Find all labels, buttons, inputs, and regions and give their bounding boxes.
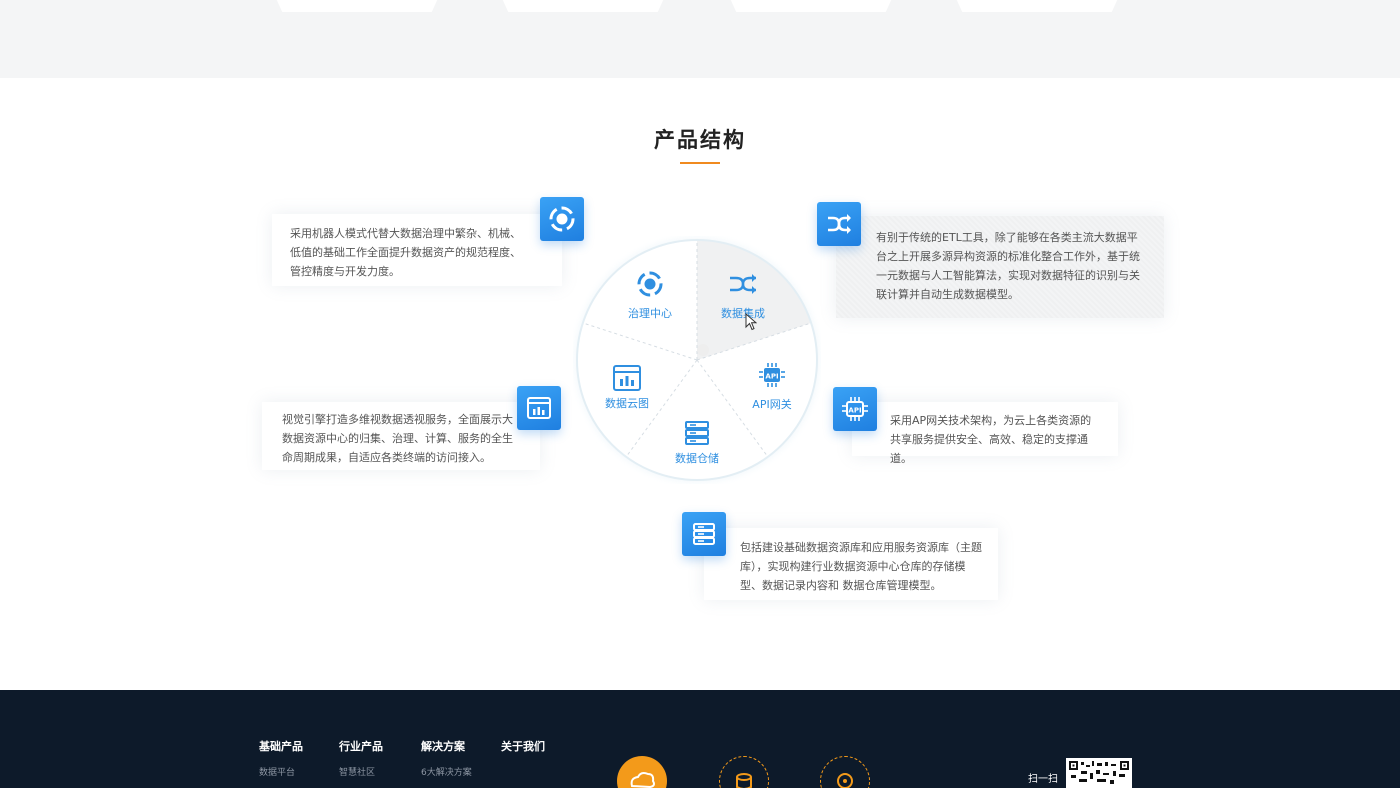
svg-text:API: API — [765, 373, 778, 381]
footer-cloud-icon[interactable] — [617, 756, 667, 788]
wheel-label-warehouse[interactable]: 数据仓储 — [657, 450, 737, 466]
chart-icon — [527, 397, 551, 419]
footer-database-icon[interactable] — [719, 756, 769, 788]
footer-heading-basic[interactable]: 基础产品 — [259, 738, 303, 754]
qr-code-icon — [1069, 761, 1129, 784]
warehouse-icon — [693, 523, 715, 545]
card-api: 采用AP网关技术架构，为云上各类资源的共享服务提供安全、高效、稳定的支撑通道。 — [852, 402, 1118, 465]
badge-chart[interactable] — [517, 386, 561, 430]
data-chart-icon — [613, 365, 641, 391]
card-chart: 视觉引擎打造多维视数据透视服务，全面展示大数据资源中心的归集、治理、计算、服务的… — [262, 402, 540, 470]
footer-link-data-platform[interactable]: 数据平台 — [259, 765, 295, 778]
badge-api[interactable]: API — [833, 387, 877, 431]
card-governance: 采用机器人模式代替大数据治理中繁杂、机械、低值的基础工作全面提升数据资产的规范程… — [272, 214, 562, 286]
hex-card[interactable] — [722, 0, 900, 12]
footer: 基础产品 数据平台 行业产品 智慧社区 解决方案 6大解决方案 关于我们 扫一扫 — [0, 690, 1400, 788]
title-underline — [680, 162, 720, 164]
mouse-cursor-icon — [745, 313, 757, 331]
api-gateway-icon: API — [759, 363, 785, 387]
footer-heading-industry[interactable]: 行业产品 — [339, 738, 383, 754]
card-api-text: 采用AP网关技术架构，为云上各类资源的共享服务提供安全、高效、稳定的支撑通道。 — [890, 414, 1092, 465]
card-governance-text: 采用机器人模式代替大数据治理中繁杂、机械、低值的基础工作全面提升数据资产的规范程… — [290, 227, 521, 278]
card-integration-text: 有别于传统的ETL工具，除了能够在各类主流大数据平台之上开展多源异构资源的标准化… — [876, 231, 1140, 301]
scan-label: 扫一扫 — [1028, 774, 1058, 785]
governance-icon — [549, 206, 575, 232]
governance-icon — [637, 271, 663, 297]
badge-governance[interactable] — [540, 197, 584, 241]
footer-link-six-solutions[interactable]: 6大解决方案 — [421, 765, 472, 778]
wheel-label-chart[interactable]: 数据云图 — [587, 395, 667, 411]
svg-text:API: API — [848, 407, 861, 415]
card-warehouse-text: 包括建设基础数据资源库和应用服务资源库（主题库），实现构建行业数据资源中心仓库的… — [740, 541, 982, 592]
integration-icon — [828, 214, 851, 234]
hex-card[interactable] — [948, 0, 1126, 12]
card-integration: 有别于传统的ETL工具，除了能够在各类主流大数据平台之上开展多源异构资源的标准化… — [836, 216, 1164, 318]
wheel-label-api[interactable]: API网关 — [732, 396, 812, 412]
card-chart-text: 视觉引擎打造多维视数据透视服务，全面展示大数据资源中心的归集、治理、计算、服务的… — [282, 413, 513, 464]
api-icon: API — [842, 397, 868, 421]
data-warehouse-icon — [685, 421, 709, 445]
qr-code[interactable] — [1066, 758, 1132, 788]
section-title: 产品结构 — [654, 128, 746, 152]
footer-heading-about[interactable]: 关于我们 — [501, 738, 545, 754]
footer-service-icon[interactable] — [820, 756, 870, 788]
product-wheel: 治理中心 数据集成 API API网关 数据仓储 数据云图 — [573, 236, 821, 484]
hex-card[interactable] — [494, 0, 672, 12]
wheel-label-governance[interactable]: 治理中心 — [610, 305, 690, 321]
integration-icon — [730, 274, 756, 294]
card-warehouse: 包括建设基础数据资源库和应用服务资源库（主题库），实现构建行业数据资源中心仓库的… — [704, 528, 998, 600]
footer-link-smart-community[interactable]: 智慧社区 — [339, 765, 375, 778]
wheel-label-integration[interactable]: 数据集成 — [703, 305, 783, 321]
badge-warehouse[interactable] — [682, 512, 726, 556]
badge-integration[interactable] — [817, 202, 861, 246]
hex-card[interactable] — [268, 0, 446, 12]
footer-heading-solutions[interactable]: 解决方案 — [421, 738, 465, 754]
top-band — [0, 0, 1400, 78]
